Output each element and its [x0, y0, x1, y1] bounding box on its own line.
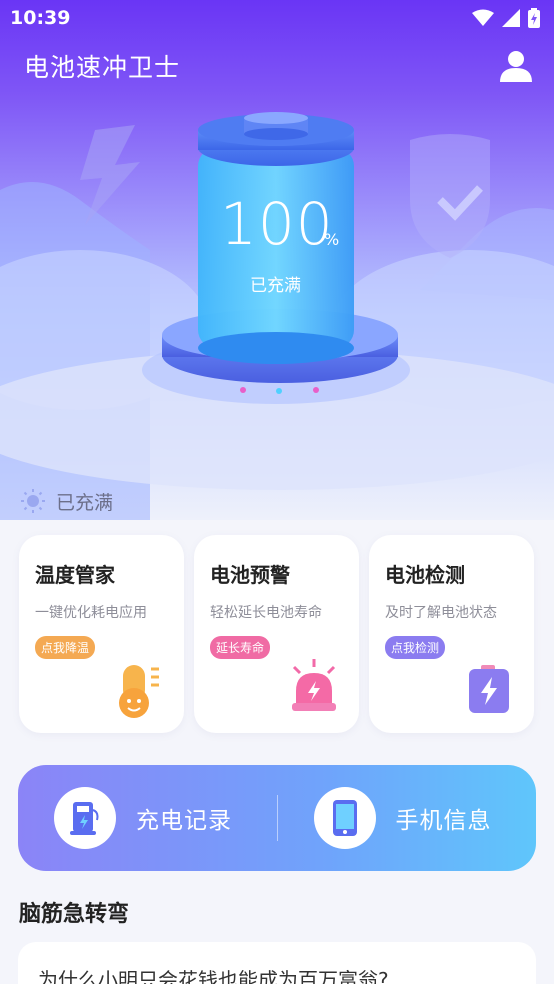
wifi-icon: [472, 9, 494, 26]
indicator-dot: [276, 388, 282, 394]
card-battery-check[interactable]: 电池检测 及时了解电池状态 点我检测: [369, 535, 534, 733]
card-temperature[interactable]: 温度管家 一键优化耗电应用 点我降温: [19, 535, 184, 733]
phone-info-button[interactable]: 手机信息: [278, 765, 537, 871]
riddle-section-title: 脑筋急转弯: [19, 902, 130, 927]
card-desc: 及时了解电池状态: [385, 605, 497, 621]
card-title: 电池检测: [385, 563, 465, 587]
charge-status-text: 已充满: [56, 491, 114, 514]
quick-actions-bar: 充电记录 手机信息: [18, 765, 536, 871]
battery-check-icon: [469, 665, 509, 713]
thermometer-icon: [119, 665, 159, 718]
user-icon[interactable]: [498, 48, 534, 84]
card-desc: 一键优化耗电应用: [35, 605, 147, 621]
signal-icon: [502, 9, 520, 27]
status-icons: [472, 8, 540, 28]
charging-record-button[interactable]: 充电记录: [18, 765, 277, 871]
cool-down-badge[interactable]: 点我降温: [35, 636, 96, 659]
charging-pile-icon: [70, 802, 99, 835]
status-time: 10:39: [10, 7, 71, 29]
battery-status-icon: [528, 8, 540, 28]
hero-section: 10:39 电池速冲卫士 100 % 已充满: [0, 0, 554, 520]
sun-icon: [21, 489, 45, 513]
indicator-dot: [313, 387, 319, 393]
card-desc: 轻松延长电池寿命: [210, 605, 322, 621]
riddle-question: 为什么小明只会花钱也能成为百万富翁?: [38, 968, 389, 984]
card-title: 电池预警: [210, 563, 290, 587]
alarm-icon: [292, 659, 336, 711]
indicator-dot: [240, 387, 246, 393]
phone-icon: [332, 800, 357, 836]
card-battery-alert[interactable]: 电池预警 轻松延长电池寿命 延长寿命: [194, 535, 359, 733]
battery-status-text: 已充满: [250, 276, 301, 296]
riddle-card[interactable]: 为什么小明只会花钱也能成为百万富翁?: [18, 942, 536, 984]
app-header: 电池速冲卫士: [24, 44, 534, 88]
battery-percent: 100: [220, 190, 334, 258]
quick-icon-circle: [54, 787, 116, 849]
extend-life-badge[interactable]: 延长寿命: [210, 636, 271, 659]
charge-status-label: 已充满: [20, 486, 113, 516]
card-title: 温度管家: [35, 563, 115, 587]
quick-icon-circle: [313, 787, 376, 849]
charging-record-label: 充电记录: [136, 808, 232, 834]
check-badge[interactable]: 点我检测: [385, 636, 446, 659]
app-title: 电池速冲卫士: [24, 53, 181, 82]
status-bar: 10:39: [0, 0, 554, 36]
battery-percent-unit: %: [324, 230, 340, 249]
phone-info-label: 手机信息: [395, 808, 492, 834]
